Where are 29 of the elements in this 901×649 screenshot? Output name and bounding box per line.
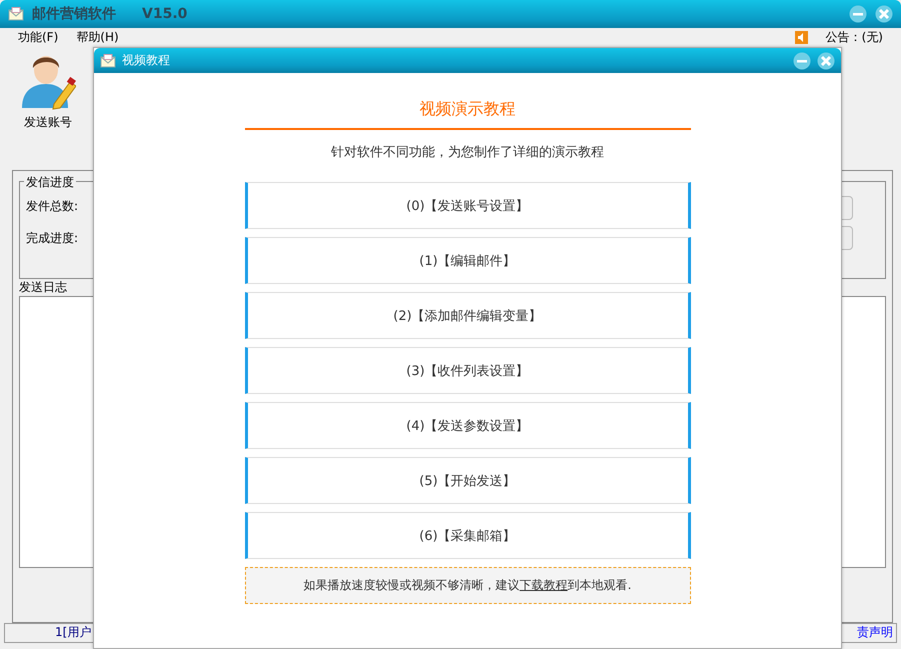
close-icon[interactable] (817, 52, 835, 70)
speaker-icon (794, 30, 808, 44)
menu-item[interactable]: 帮助(H) (76, 28, 119, 46)
envelope-icon (8, 7, 24, 21)
minimize-icon[interactable] (849, 5, 867, 23)
log-title: 发送日志 (19, 279, 67, 296)
field-label: 完成进度: (26, 230, 78, 247)
version-label: V15.0 (142, 6, 188, 22)
download-link[interactable]: 下载教程 (520, 578, 568, 592)
footer-text: 如果播放速度较慢或视频不够清晰，建议下载教程到本地观看. (304, 577, 632, 594)
tutorial-item[interactable]: (5)【开始发送】 (244, 457, 690, 504)
tutorial-item[interactable]: (6)【采集邮箱】 (244, 512, 690, 559)
toolbar-button[interactable]: 发送账号 (20, 50, 76, 148)
tutorial-item[interactable]: (1)【编辑邮件】 (244, 237, 690, 284)
dialog-title: 视频教程 (122, 52, 170, 69)
tutorial-item[interactable]: (4)【发送参数设置】 (244, 402, 690, 449)
window-title: 邮件营销软件 (32, 5, 116, 23)
tutorial-item[interactable]: (0)【发送账号设置】 (244, 182, 690, 229)
tutorial-item[interactable]: (3)【收件列表设置】 (244, 347, 690, 394)
minimize-icon[interactable] (793, 52, 811, 70)
notice-text: 公告：(无) (826, 28, 883, 46)
dialog-subtitle: 针对软件不同功能，为您制作了详细的演示教程 (330, 144, 605, 161)
tutorial-item[interactable]: (2)【添加邮件编辑变量】 (244, 292, 690, 339)
field-label: 发件总数: (26, 198, 78, 215)
close-icon[interactable] (875, 5, 893, 23)
group-title: 发信进度 (24, 174, 76, 191)
envelope-icon (100, 54, 116, 68)
menu-item[interactable]: 功能(F) (18, 28, 58, 46)
dialog-heading: 视频演示教程 (244, 73, 690, 130)
